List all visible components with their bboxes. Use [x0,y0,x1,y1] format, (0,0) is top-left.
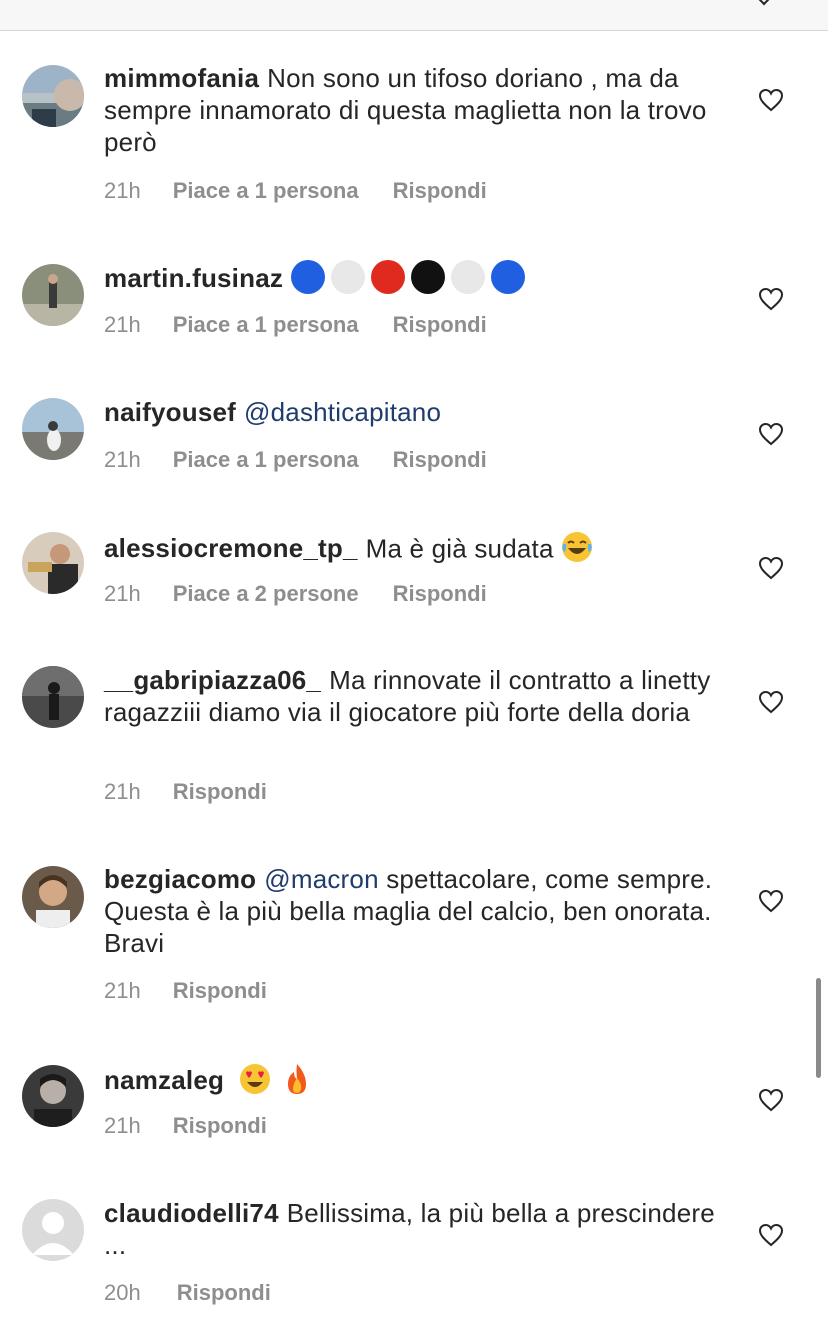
comment-meta: 21h Piace a 1 persona Rispondi [104,447,487,473]
black-circle-emoji [411,260,446,295]
comment-meta: 21h Rispondi [104,779,267,805]
username[interactable]: martin.fusinaz [104,263,283,293]
timestamp: 21h [104,178,141,203]
red-circle-emoji [371,260,406,295]
heart-icon[interactable] [758,287,784,311]
comment-meta: 21h Piace a 1 persona Rispondi [104,312,487,338]
avatar[interactable] [22,65,84,127]
avatar[interactable] [22,1065,84,1127]
scrollbar[interactable] [816,978,821,1078]
reply-button[interactable]: Rispondi [393,178,487,204]
likes-link[interactable]: Piace a 2 persone [173,581,359,607]
timestamp: 21h [104,447,141,472]
heart-icon[interactable] [758,422,784,446]
likes-link[interactable]: Piace a 1 persona [173,447,359,473]
blue-circle-emoji [291,260,326,295]
username[interactable]: __gabripiazza06_ [104,665,321,695]
top-bar [0,0,828,31]
username[interactable]: claudiodelli74 [104,1198,279,1228]
reply-button[interactable]: Rispondi [173,779,267,805]
heart-icon[interactable] [758,556,784,580]
avatar[interactable] [22,666,84,728]
avatar[interactable] [22,398,84,460]
comment-meta: 21h Rispondi [104,978,267,1004]
likes-link[interactable]: Piace a 1 persona [173,178,359,204]
heart-eyes-emoji [238,1062,272,1103]
heart-icon[interactable] [758,1088,784,1112]
likes-link[interactable]: Piace a 1 persona [173,312,359,338]
comment-text: martin.fusinaz [104,260,724,297]
avatar[interactable] [22,1199,84,1261]
avatar[interactable] [22,866,84,928]
comment-text: mimmofania Non sono un tifoso doriano , m… [104,62,724,158]
blue-circle-emoji [491,260,526,295]
avatar[interactable] [22,264,84,326]
timestamp: 21h [104,978,141,1003]
reply-button[interactable]: Rispondi [393,581,487,607]
comment-text: __gabripiazza06_ Ma rinnovate il contratt… [104,664,724,728]
comment-text: claudiodelli74 Bellissima, la più bella a… [104,1197,724,1261]
username[interactable]: bezgiacomo [104,864,256,894]
comment-text: naifyousef @dashticapitano [104,396,724,428]
reply-button[interactable]: Rispondi [393,312,487,338]
comment-meta: 21h Piace a 2 persone Rispondi [104,581,487,607]
comment-meta: 20h Rispondi [104,1280,271,1306]
reply-button[interactable]: Rispondi [173,978,267,1004]
timestamp: 21h [104,1113,141,1138]
username[interactable]: namzaleg [104,1065,224,1095]
timestamp: 20h [104,1280,141,1305]
white-circle-emoji [451,260,486,295]
white-circle-emoji [331,260,366,295]
fire-emoji [282,1062,312,1103]
heart-icon[interactable] [758,889,784,913]
comment-meta: 21h Piace a 1 persona Rispondi [104,178,487,204]
mention-link[interactable]: @dashticapitano [244,397,441,427]
reply-button[interactable]: Rispondi [393,447,487,473]
comment-body: Ma è già sudata [365,533,554,564]
heart-icon[interactable] [758,1223,784,1247]
username[interactable]: naifyousef [104,397,236,427]
timestamp: 21h [104,312,141,337]
comment-text: bezgiacomo @macron spettacolare, come sem… [104,863,724,959]
comment-text: namzaleg [104,1062,724,1103]
comment-meta: 21h Rispondi [104,1113,267,1139]
heart-icon[interactable] [758,690,784,714]
chevron-down-icon[interactable] [752,0,776,6]
username[interactable]: alessiocremone_tp_ [104,533,358,563]
username[interactable]: mimmofania [104,63,259,93]
timestamp: 21h [104,581,141,606]
avatar[interactable] [22,532,84,594]
comment-text: alessiocremone_tp_ Ma è già sudata [104,530,724,571]
timestamp: 21h [104,779,141,804]
reply-button[interactable]: Rispondi [177,1280,271,1306]
heart-icon[interactable] [758,88,784,112]
mention-link[interactable]: @macron [264,864,379,894]
reply-button[interactable]: Rispondi [173,1113,267,1139]
laughing-tears-emoji [560,530,594,571]
